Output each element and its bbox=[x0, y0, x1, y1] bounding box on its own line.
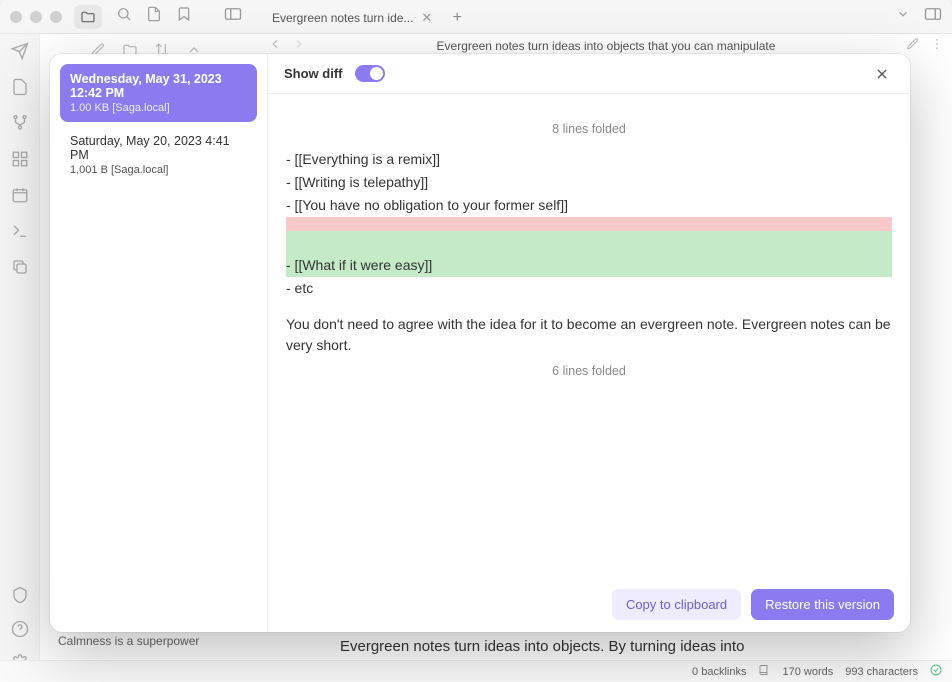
diff-view: 8 lines folded - [[Everything is a remix… bbox=[268, 94, 910, 576]
search-icon[interactable] bbox=[116, 6, 132, 27]
panel-toggle-icon[interactable] bbox=[224, 7, 242, 26]
sidebar-right-icon[interactable] bbox=[924, 7, 942, 26]
traffic-zoom[interactable] bbox=[50, 11, 62, 23]
modal-close-button[interactable] bbox=[870, 62, 894, 86]
version-list: Wednesday, May 31, 2023 12:42 PM 1.00 KB… bbox=[50, 54, 268, 632]
nav-back-icon[interactable] bbox=[268, 37, 282, 56]
version-meta: 1,001 B [Saga.local] bbox=[70, 164, 247, 176]
diff-line: - etc bbox=[286, 277, 892, 300]
version-date: Saturday, May 20, 2023 4:41 PM bbox=[70, 134, 247, 162]
send-icon[interactable] bbox=[11, 42, 29, 60]
left-rail bbox=[0, 34, 40, 682]
terminal-icon[interactable] bbox=[11, 222, 29, 240]
grid-icon[interactable] bbox=[11, 150, 29, 168]
version-history-modal: Wednesday, May 31, 2023 12:42 PM 1.00 KB… bbox=[50, 54, 910, 632]
modal-footer: Copy to clipboard Restore this version bbox=[268, 576, 910, 632]
tab-strip: Evergreen notes turn ide... ✕ + bbox=[262, 4, 892, 32]
chevron-down-icon[interactable] bbox=[896, 7, 910, 26]
show-diff-label: Show diff bbox=[284, 66, 343, 81]
version-item-active[interactable]: Wednesday, May 31, 2023 12:42 PM 1.00 KB… bbox=[60, 64, 257, 122]
edit-icon[interactable] bbox=[906, 37, 920, 56]
folded-indicator-bottom[interactable]: 6 lines folded bbox=[286, 364, 892, 378]
status-chars: 993 characters bbox=[845, 666, 918, 678]
folded-indicator-top[interactable]: 8 lines folded bbox=[286, 122, 892, 136]
status-backlinks[interactable]: 0 backlinks bbox=[692, 666, 746, 678]
version-date: Wednesday, May 31, 2023 12:42 PM bbox=[70, 72, 247, 100]
traffic-minimize[interactable] bbox=[30, 11, 42, 23]
sync-check-icon bbox=[930, 664, 942, 679]
traffic-close[interactable] bbox=[10, 11, 22, 23]
status-bar: 0 backlinks 170 words 993 characters bbox=[0, 660, 952, 682]
document-title: Evergreen notes turn ideas into objects … bbox=[316, 39, 896, 53]
new-document-icon[interactable] bbox=[146, 6, 162, 27]
diff-line-added: - [[What if it were easy]] bbox=[286, 254, 892, 277]
shield-icon[interactable] bbox=[11, 586, 29, 604]
folder-icon[interactable] bbox=[74, 5, 102, 29]
file-icon[interactable] bbox=[11, 78, 29, 96]
tab-close-button[interactable]: ✕ bbox=[421, 10, 432, 26]
copy-icon[interactable] bbox=[11, 258, 29, 276]
modal-header: Show diff bbox=[268, 54, 910, 94]
status-words: 170 words bbox=[782, 666, 833, 678]
diff-line: - [[Writing is telepathy]] bbox=[286, 171, 892, 194]
tab-title: Evergreen notes turn ide... bbox=[272, 11, 413, 25]
bookmark-icon[interactable] bbox=[176, 6, 192, 27]
more-icon[interactable] bbox=[930, 37, 944, 56]
diff-line: - [[You have no obligation to your forme… bbox=[286, 194, 892, 217]
copy-clipboard-button[interactable]: Copy to clipboard bbox=[612, 589, 741, 620]
branch-icon[interactable] bbox=[11, 114, 29, 132]
version-item[interactable]: Saturday, May 20, 2023 4:41 PM 1,001 B [… bbox=[60, 126, 257, 184]
show-diff-toggle[interactable] bbox=[355, 65, 385, 82]
diff-line-removed bbox=[286, 217, 892, 231]
diff-line-added-blank bbox=[286, 231, 892, 254]
diff-line: - [[Everything is a remix]] bbox=[286, 148, 892, 171]
calendar-icon[interactable] bbox=[11, 186, 29, 204]
restore-version-button[interactable]: Restore this version bbox=[751, 589, 894, 620]
tab-add-button[interactable]: + bbox=[446, 7, 468, 29]
traffic-lights bbox=[10, 11, 62, 23]
help-icon[interactable] bbox=[11, 620, 29, 638]
tab-active[interactable]: Evergreen notes turn ide... ✕ bbox=[262, 5, 442, 31]
nav-forward-icon[interactable] bbox=[292, 37, 306, 56]
version-meta: 1.00 KB [Saga.local] bbox=[70, 102, 247, 114]
book-icon bbox=[758, 664, 770, 679]
paragraph-visible: Evergreen notes turn ideas into objects.… bbox=[340, 638, 932, 655]
diff-paragraph: You don't need to agree with the idea fo… bbox=[286, 314, 892, 356]
